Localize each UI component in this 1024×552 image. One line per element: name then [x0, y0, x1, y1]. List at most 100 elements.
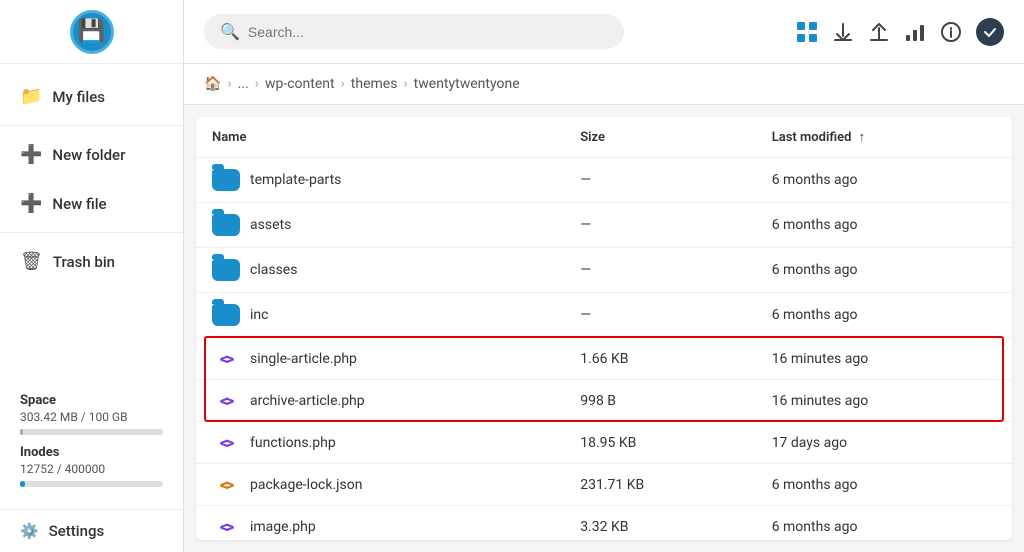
file-name-cell: <> image.php: [212, 517, 548, 536]
file-name-cell: assets: [212, 214, 548, 236]
table-row[interactable]: <> image.php 3.32 KB 6 months ago: [196, 506, 1012, 541]
main-content: 🔍: [184, 0, 1024, 552]
sidebar-bottom: ⚙️ Settings: [0, 509, 183, 552]
upload-button[interactable]: [868, 21, 890, 43]
space-value: 303.42 MB / 100 GB: [20, 410, 163, 424]
trash-label: Trash bin: [53, 253, 115, 271]
file-size: —: [564, 248, 755, 293]
inodes-label: Inodes: [20, 445, 163, 460]
file-modified: 6 months ago: [756, 506, 1012, 541]
logo-icon: 💾: [78, 19, 105, 44]
breadcrumb-ellipsis[interactable]: ...: [238, 76, 249, 92]
sort-arrow-icon: ↑: [859, 129, 866, 145]
file-name: template-parts: [250, 172, 341, 188]
folder-type-icon: [212, 169, 240, 191]
breadcrumb-home[interactable]: 🏠: [204, 76, 221, 92]
file-size: —: [564, 293, 755, 338]
file-size: 1.66 KB: [564, 338, 755, 380]
table-row[interactable]: assets — 6 months ago: [196, 203, 1012, 248]
table-row[interactable]: inc — 6 months ago: [196, 293, 1012, 338]
chart-button[interactable]: [904, 21, 926, 43]
file-name: classes: [250, 262, 297, 278]
column-size[interactable]: Size: [564, 117, 755, 158]
table-row[interactable]: <> package-lock.json 231.71 KB 6 months …: [196, 464, 1012, 506]
sidebar-item-trash[interactable]: 🗑 Trash bin: [0, 237, 183, 286]
file-name-cell: <> functions.php: [212, 433, 548, 452]
file-name-cell: inc: [212, 304, 548, 326]
file-name: functions.php: [250, 435, 336, 451]
nav-divider-1: [0, 125, 183, 126]
folder-type-icon: [212, 259, 240, 281]
search-icon: 🔍: [220, 22, 240, 41]
column-modified[interactable]: Last modified ↑: [756, 117, 1012, 158]
php-type-icon: <>: [212, 433, 240, 452]
new-file-label: New file: [52, 195, 106, 213]
file-area: Name Size Last modified ↑ template-parts…: [196, 117, 1012, 540]
breadcrumb-sep-2: ›: [341, 76, 345, 92]
table-row[interactable]: classes — 6 months ago: [196, 248, 1012, 293]
table-row[interactable]: <> functions.php 18.95 KB 17 days ago: [196, 422, 1012, 464]
header-actions: [796, 18, 1004, 46]
file-table-body: template-parts — 6 months ago assets — 6…: [196, 158, 1012, 541]
breadcrumb-sep-1: ›: [255, 76, 259, 92]
breadcrumb-themes[interactable]: themes: [351, 76, 398, 92]
new-file-icon: ➕: [20, 193, 42, 214]
status-check-button[interactable]: [976, 18, 1004, 46]
sidebar-item-my-files[interactable]: 📁 My files: [0, 72, 183, 121]
file-name-cell: <> package-lock.json: [212, 475, 548, 494]
sidebar-item-new-file[interactable]: ➕ New file: [0, 179, 183, 228]
trash-icon: 🗑: [20, 251, 43, 272]
sidebar: 💾 📁 My files ➕ New folder ➕ New file 🗑 T…: [0, 0, 184, 552]
info-button[interactable]: [940, 21, 962, 43]
breadcrumb-twentytwentyone[interactable]: twentytwentyone: [414, 76, 520, 92]
new-folder-icon: ➕: [20, 144, 42, 165]
folder-type-icon: [212, 304, 240, 326]
php-type-icon: <>: [212, 349, 240, 368]
my-files-label: My files: [52, 88, 105, 106]
sidebar-nav: 📁 My files ➕ New folder ➕ New file 🗑 Tra…: [0, 64, 183, 381]
file-size: 998 B: [564, 380, 755, 422]
nav-divider-2: [0, 232, 183, 233]
file-size: —: [564, 158, 755, 203]
json-type-icon: <>: [212, 475, 240, 494]
file-name: single-article.php: [250, 351, 357, 367]
table-row[interactable]: <> archive-article.php 998 B 16 minutes …: [196, 380, 1012, 422]
file-size: —: [564, 203, 755, 248]
file-modified: 6 months ago: [756, 248, 1012, 293]
file-name-cell: template-parts: [212, 169, 548, 191]
download-button[interactable]: [832, 21, 854, 43]
inodes-progress-bar: [20, 481, 163, 487]
file-name: inc: [250, 307, 268, 323]
settings-label: Settings: [49, 522, 105, 540]
breadcrumb-sep-0: ›: [227, 76, 231, 92]
space-progress-bar: [20, 429, 163, 435]
inodes-value: 12752 / 400000: [20, 462, 163, 476]
folder-icon: 📁: [20, 86, 42, 107]
file-name: archive-article.php: [250, 393, 365, 409]
inodes-progress-fill: [20, 481, 25, 487]
search-box[interactable]: 🔍: [204, 14, 624, 49]
table-row[interactable]: template-parts — 6 months ago: [196, 158, 1012, 203]
table-row[interactable]: <> single-article.php 1.66 KB 16 minutes…: [196, 338, 1012, 380]
file-name: image.php: [250, 519, 316, 535]
breadcrumb-sep-3: ›: [403, 76, 407, 92]
space-section: Space 303.42 MB / 100 GB Inodes 12752 / …: [0, 381, 183, 509]
sidebar-item-new-folder[interactable]: ➕ New folder: [0, 130, 183, 179]
file-name: package-lock.json: [250, 477, 362, 493]
folder-type-icon: [212, 214, 240, 236]
file-modified: 6 months ago: [756, 293, 1012, 338]
file-name-cell: classes: [212, 259, 548, 281]
sidebar-item-settings[interactable]: ⚙️ Settings: [20, 522, 163, 540]
file-modified: 6 months ago: [756, 203, 1012, 248]
column-name[interactable]: Name: [196, 117, 564, 158]
php-type-icon: <>: [212, 391, 240, 410]
file-modified: 6 months ago: [756, 464, 1012, 506]
search-input[interactable]: [248, 24, 608, 40]
file-table-header: Name Size Last modified ↑: [196, 117, 1012, 158]
breadcrumb-wp-content[interactable]: wp-content: [265, 76, 335, 92]
file-modified: 6 months ago: [756, 158, 1012, 203]
file-table: Name Size Last modified ↑ template-parts…: [196, 117, 1012, 540]
grid-view-button[interactable]: [796, 21, 818, 43]
file-modified: 17 days ago: [756, 422, 1012, 464]
file-size: 231.71 KB: [564, 464, 755, 506]
